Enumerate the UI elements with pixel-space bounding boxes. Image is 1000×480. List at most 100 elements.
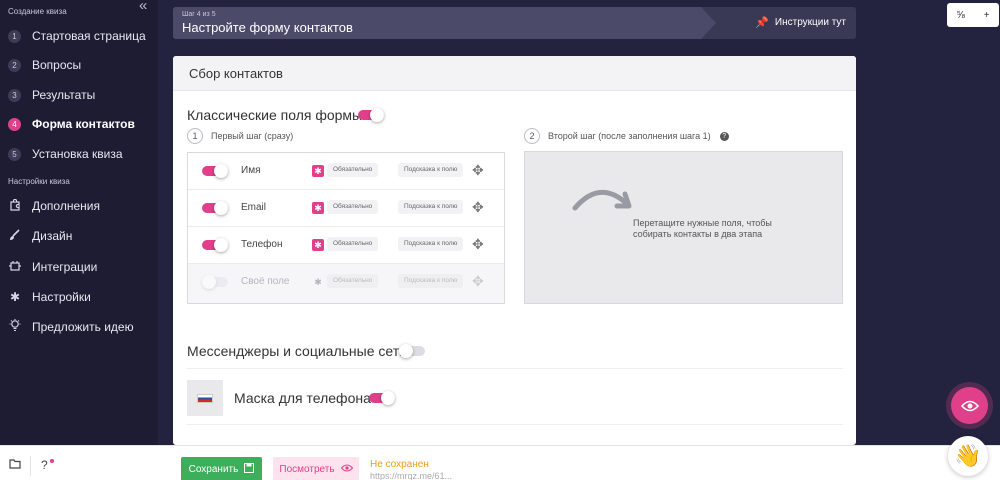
preview-fab[interactable]: [951, 387, 988, 424]
instructions-link[interactable]: 📌 Инструкции тут: [755, 16, 846, 29]
sidebar-step-questions[interactable]: 2 Вопросы: [0, 52, 158, 78]
help-icon[interactable]: ?: [719, 131, 729, 141]
chat-wave-button[interactable]: 👋: [948, 436, 988, 476]
step-circle: 2: [524, 128, 540, 144]
sidebar-item-design[interactable]: Дизайн: [0, 223, 158, 249]
field-name: Телефон: [241, 239, 283, 250]
top-right-widget[interactable]: ⅝ +: [947, 3, 999, 27]
page-title: Настройте форму контактов: [182, 20, 353, 35]
save-status: Не сохранен: [370, 459, 429, 470]
second-step-text: Второй шаг (после заполнения шага 1): [548, 131, 711, 141]
sidebar-step-start[interactable]: 1 Стартовая страница: [0, 23, 158, 49]
sidebar-item-label: Предложить идею: [32, 320, 134, 334]
field-name: Email: [241, 202, 267, 213]
step-number: 1: [8, 29, 21, 43]
sidebar-item-label: Настройки: [32, 290, 91, 304]
phone-mask-title: Маска для телефона: [234, 390, 371, 406]
step-number: 4: [8, 117, 21, 131]
drag-handle-icon[interactable]: ✥: [472, 273, 484, 290]
brush-icon: [8, 228, 22, 244]
notification-dot: [50, 459, 54, 463]
quiz-url[interactable]: https://mrqz.me/61...: [370, 471, 452, 480]
save-button[interactable]: Сохранить: [181, 457, 262, 480]
sidebar-step-label: Форма контактов: [32, 117, 135, 131]
bottom-bar: ? Сохранить Посмотреть Не сохранен https…: [0, 445, 1000, 480]
required-label: Обязательно: [327, 237, 379, 251]
hint-input[interactable]: Подсказка к полю: [398, 237, 464, 251]
drag-handle-icon[interactable]: ✥: [472, 236, 484, 253]
integration-icon: [8, 260, 22, 275]
phone-mask-toggle[interactable]: [369, 391, 399, 405]
field-toggle[interactable]: [202, 238, 232, 252]
panel-title: Сбор контактов: [173, 56, 856, 91]
dropzone-hint: Перетащите нужные поля, чтобы собирать к…: [633, 218, 772, 239]
sidebar-step-label: Установка квиза: [32, 147, 123, 161]
save-label: Сохранить: [188, 463, 239, 475]
lightbulb-icon: [8, 319, 22, 335]
field-name: Имя: [241, 165, 261, 176]
step-number: 2: [8, 58, 21, 72]
hint-input[interactable]: Подсказка к полю: [398, 200, 464, 214]
curved-arrow-icon: [572, 189, 632, 211]
sidebar-item-addons[interactable]: Дополнения: [0, 193, 158, 219]
field-row-name: Имя ✱ Обязательно Подсказка к полю ✥: [188, 153, 504, 190]
second-step-label: 2 Второй шаг (после заполнения шага 1) ?: [524, 128, 729, 144]
sidebar-item-label: Дизайн: [32, 229, 73, 243]
step-number: 3: [8, 88, 21, 102]
step-counter: Шаг 4 из 5: [182, 11, 216, 18]
section-label-create: Создание квиза: [8, 7, 67, 16]
separator: [30, 456, 31, 476]
first-step-text: Первый шаг (сразу): [211, 131, 294, 141]
classic-fields-toggle[interactable]: [358, 108, 388, 122]
messengers-title: Мессенджеры и социальные сети: [187, 343, 407, 359]
step-number: 5: [8, 147, 21, 161]
required-checkbox[interactable]: ✱: [312, 202, 324, 214]
required-checkbox[interactable]: ✱: [312, 165, 324, 177]
section-label-settings: Настройки квиза: [8, 177, 70, 186]
required-label: Обязательно: [327, 163, 379, 177]
fraction-icon[interactable]: ⅝: [956, 10, 964, 21]
sidebar-step-label: Стартовая страница: [32, 29, 146, 43]
second-step-dropzone[interactable]: Перетащите нужные поля, чтобы собирать к…: [524, 151, 843, 304]
plus-icon[interactable]: +: [984, 10, 990, 21]
hint-input[interactable]: Подсказка к полю: [398, 274, 464, 288]
floppy-icon: [244, 462, 255, 476]
first-step-label: 1 Первый шаг (сразу): [187, 128, 293, 144]
sidebar-step-results[interactable]: 3 Результаты: [0, 82, 158, 108]
drag-handle-icon[interactable]: ✥: [472, 199, 484, 216]
sidebar-item-settings[interactable]: ✱ Настройки: [0, 284, 158, 310]
sidebar-item-suggest-idea[interactable]: Предложить идею: [0, 314, 158, 340]
hint-input[interactable]: Подсказка к полю: [398, 163, 464, 177]
waving-hand-icon: 👋: [954, 443, 982, 468]
gear-icon: ✱: [9, 290, 21, 304]
folder-icon[interactable]: [9, 458, 21, 472]
field-toggle[interactable]: [202, 164, 232, 178]
required-checkbox[interactable]: ✱: [312, 276, 324, 288]
puzzle-icon: [8, 198, 22, 214]
collapse-sidebar-icon[interactable]: «: [139, 0, 147, 14]
sidebar-item-label: Дополнения: [32, 199, 100, 213]
field-row-custom: Своё поле ✱ Обязательно Подсказка к полю…: [188, 264, 504, 303]
preview-button[interactable]: Посмотреть: [273, 457, 359, 480]
eye-icon: [340, 463, 353, 475]
field-row-email: Email ✱ Обязательно Подсказка к полю ✥: [188, 190, 504, 227]
sidebar-step-label: Результаты: [32, 88, 96, 102]
pin-icon: 📌: [755, 17, 769, 29]
sidebar-item-integrations[interactable]: Интеграции: [0, 254, 158, 280]
sidebar-item-label: Интеграции: [32, 260, 98, 274]
eye-icon: [960, 400, 979, 411]
drag-handle-icon[interactable]: ✥: [472, 162, 484, 179]
step-header: Шаг 4 из 5 Настройте форму контактов 📌 И…: [173, 7, 856, 39]
sidebar-step-contact-form[interactable]: 4 Форма контактов: [0, 111, 158, 137]
contacts-panel: Сбор контактов Классические поля формы 1…: [173, 56, 856, 445]
field-toggle[interactable]: [202, 275, 232, 289]
help-question-icon[interactable]: ?: [41, 458, 48, 472]
field-toggle[interactable]: [202, 201, 232, 215]
required-checkbox[interactable]: ✱: [312, 239, 324, 251]
required-label: Обязательно: [327, 274, 379, 288]
sidebar-step-label: Вопросы: [32, 58, 82, 72]
sidebar-step-install[interactable]: 5 Установка квиза: [0, 141, 158, 167]
required-label: Обязательно: [327, 200, 379, 214]
field-row-phone: Телефон ✱ Обязательно Подсказка к полю ✥: [188, 227, 504, 264]
messengers-toggle[interactable]: [399, 344, 429, 358]
